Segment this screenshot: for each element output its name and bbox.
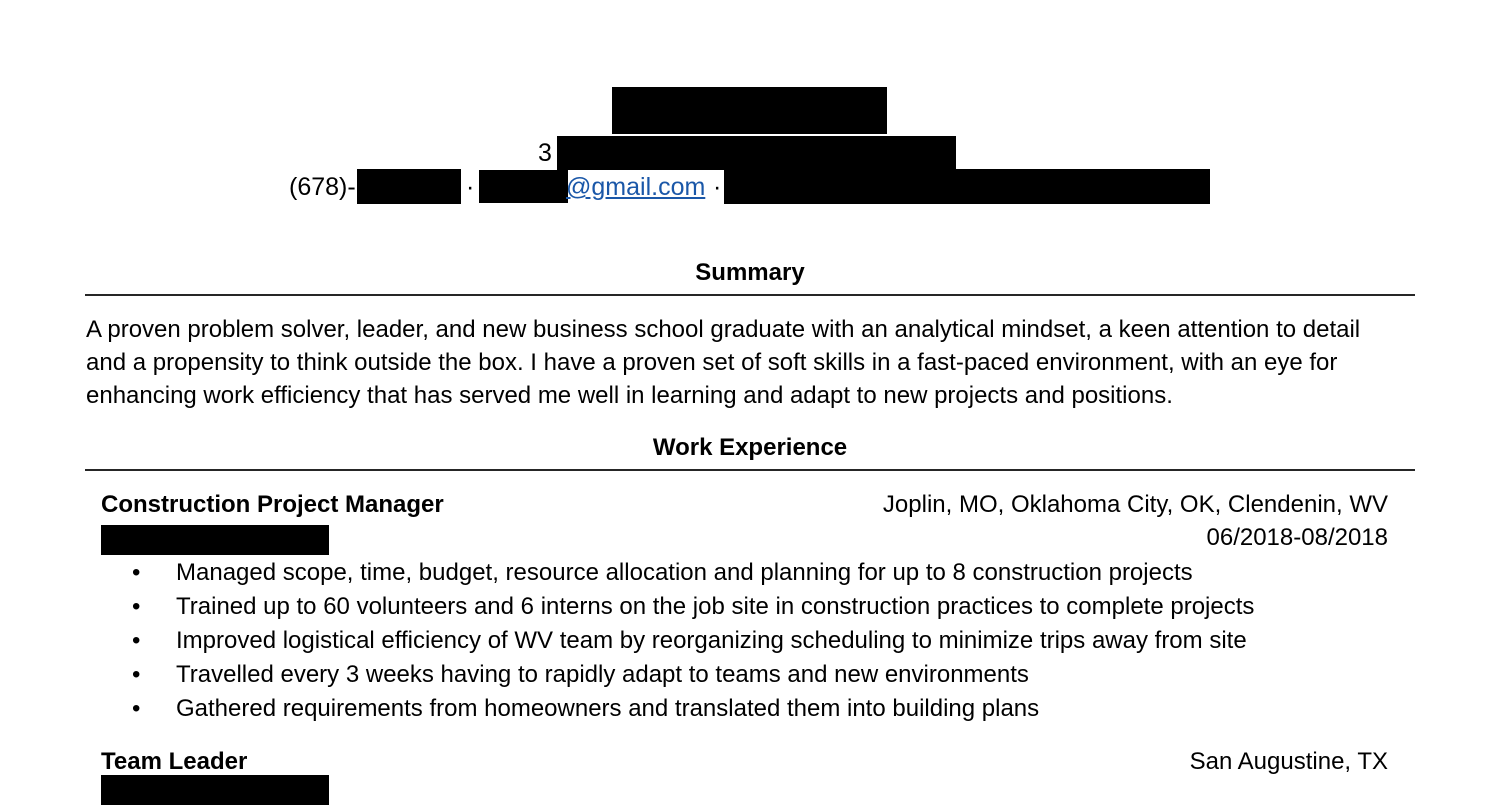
list-item: • Improved logistical efficiency of WV t…: [85, 624, 1415, 658]
email-link[interactable]: @gmail.com: [566, 172, 705, 202]
contact-separator-1: ·: [466, 173, 475, 201]
list-item-label: Improved logistical efficiency of WV tea…: [176, 627, 1247, 654]
summary-heading: Summary: [695, 259, 805, 286]
job-dates: 06/2018-08/2018: [1206, 524, 1389, 551]
list-item-label: Gathered requirements from homeowners an…: [176, 695, 1040, 722]
job-bullet-list: • Managed scope, time, budget, resource …: [85, 556, 1415, 726]
job-title: Construction Project Manager: [101, 491, 444, 518]
list-item-label: Travelled every 3 weeks having to rapidl…: [176, 661, 1029, 688]
linkedin-redaction-box: [724, 169, 1210, 204]
bullet-icon: •: [132, 559, 141, 586]
job-entry: Construction Project Manager Joplin, MO,…: [85, 489, 1415, 555]
job-company-redaction-box: [101, 525, 329, 555]
summary-paragraph: A proven problem solver, leader, and new…: [86, 316, 1361, 409]
list-item: • Gathered requirements from homeowners …: [85, 692, 1415, 726]
job-entry: Team Leader San Augustine, TX: [85, 746, 1415, 805]
bullet-icon: •: [132, 627, 141, 654]
job-location: San Augustine, TX: [1189, 748, 1388, 775]
resume-page: 3 (678)- · @gmail.com · Summary A proven…: [0, 0, 1500, 805]
name-redaction-box: [612, 87, 887, 134]
bullet-icon: •: [132, 695, 141, 722]
list-item: • Travelled every 3 weeks having to rapi…: [85, 658, 1415, 692]
work-experience-heading: Work Experience: [652, 434, 848, 461]
phone-prefix: (678)-: [289, 173, 356, 201]
email-user-redaction-box: [479, 170, 568, 203]
work-experience-rule: [85, 469, 1415, 471]
work-experience-section: Work Experience: [85, 433, 1415, 471]
list-item: • Trained up to 60 volunteers and 6 inte…: [85, 590, 1415, 624]
bullet-icon: •: [132, 593, 141, 620]
job-company-redaction-box: [101, 775, 329, 805]
summary-rule: [85, 294, 1415, 296]
bullet-icon: •: [132, 661, 141, 688]
street-number: 3: [538, 139, 552, 167]
job-location: Joplin, MO, Oklahoma City, OK, Clendenin…: [882, 491, 1388, 518]
list-item: • Managed scope, time, budget, resource …: [85, 556, 1415, 590]
address-redaction-box: [557, 136, 956, 170]
contact-separator-2: ·: [713, 173, 722, 201]
phone-redaction-box: [357, 169, 461, 204]
list-item-label: Trained up to 60 volunteers and 6 intern…: [176, 593, 1255, 620]
job-title: Team Leader: [101, 748, 248, 775]
job-header-row: Construction Project Manager Joplin, MO,…: [85, 489, 1415, 555]
resume-header: 3 (678)- · @gmail.com ·: [0, 0, 1500, 215]
list-item-label: Managed scope, time, budget, resource al…: [176, 559, 1193, 586]
summary-section: Summary: [85, 258, 1415, 296]
job-header-row: Team Leader San Augustine, TX: [85, 746, 1415, 805]
